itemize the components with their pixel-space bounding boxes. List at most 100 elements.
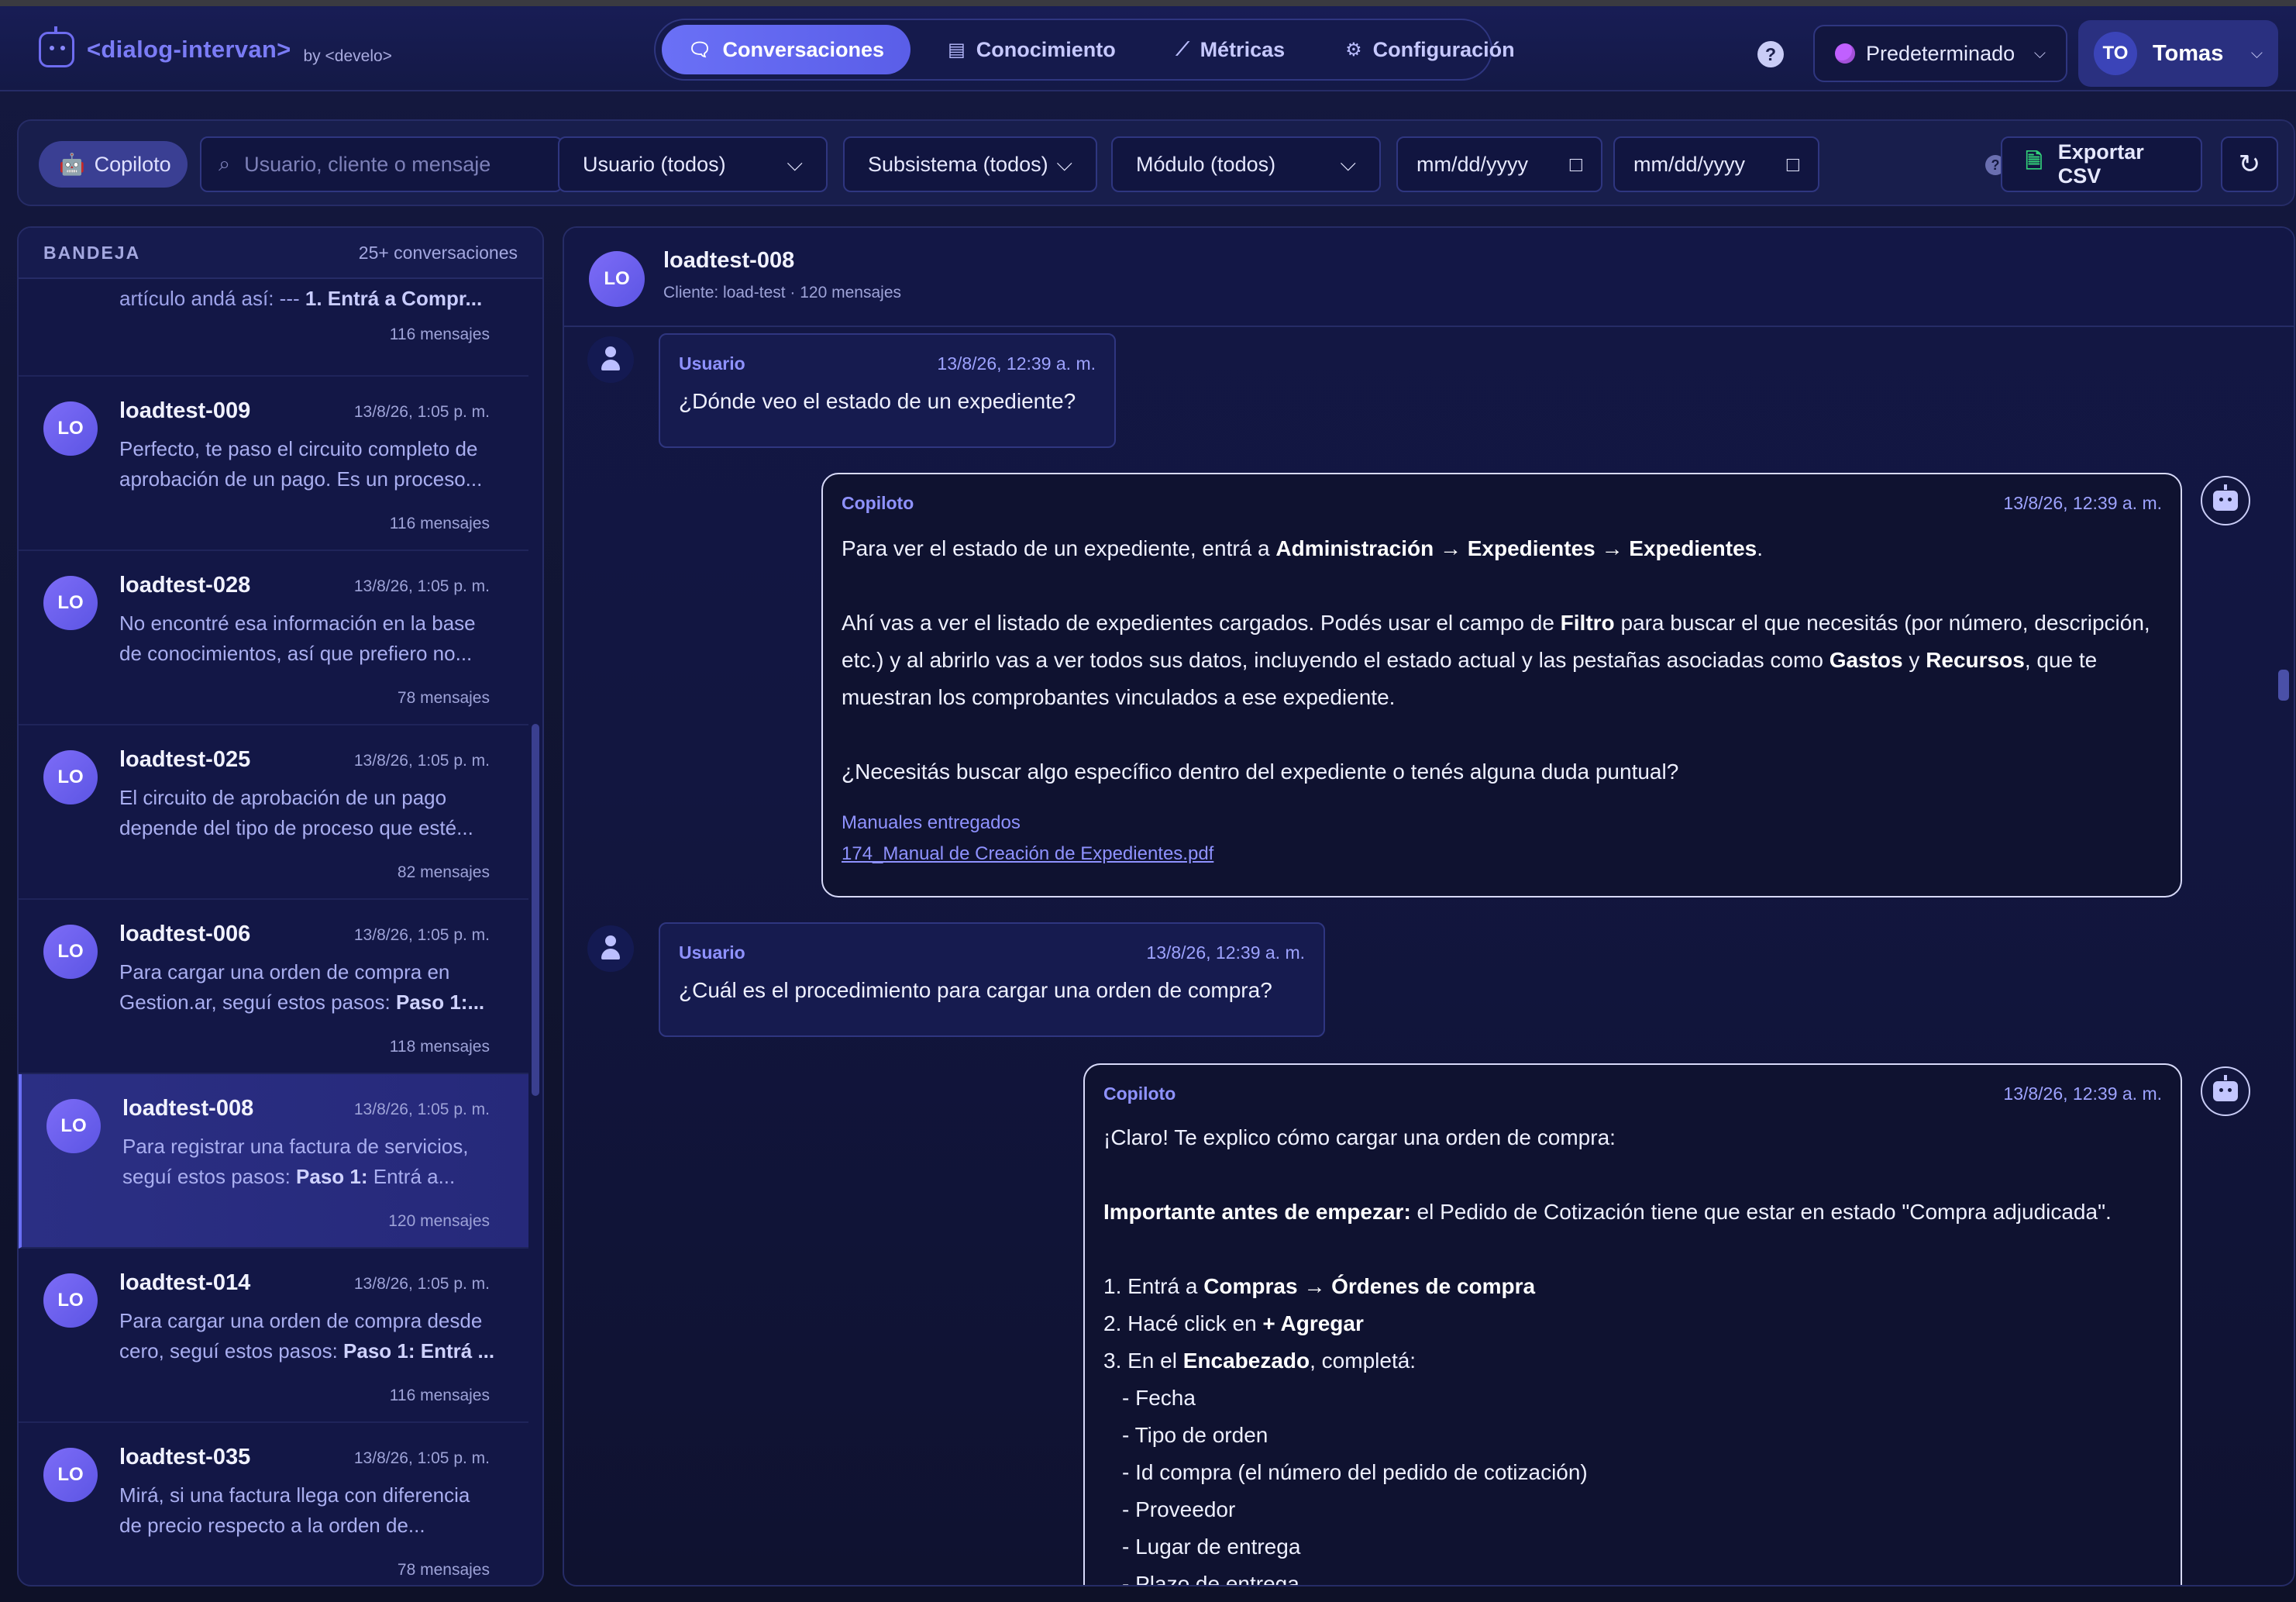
date-from-input[interactable]: mm/dd/yyyy □ (1396, 136, 1602, 192)
list-item[interactable]: LO loadtest-014 13/8/26, 1:05 p. m. Para… (19, 1249, 528, 1423)
robot-icon (2201, 1066, 2250, 1116)
tab-metricas[interactable]: ⟋ Métricas (1153, 25, 1308, 74)
conversation-time: 13/8/26, 1:05 p. m. (353, 1449, 490, 1467)
message-thread[interactable]: Usuario 13/8/26, 12:39 a. m. ¿Dónde veo … (564, 329, 2284, 1586)
conversation-time: 13/8/26, 1:05 p. m. (353, 752, 490, 770)
tab-conversaciones[interactable]: 🗨 Conversaciones (662, 25, 911, 74)
profile-color-dot (1835, 43, 1855, 64)
conversation-name: loadtest-008 (122, 1096, 254, 1121)
message-count: 116 mensajes (389, 326, 490, 343)
message-text: ¿Dónde veo el estado de un expediente? (679, 389, 1076, 413)
avatar: LO (43, 401, 98, 456)
message-text: Para ver el estado de un expediente, ent… (842, 530, 2162, 870)
module-select-value: Módulo (todos) (1136, 152, 1276, 176)
inbox-header: BANDEJA 25+ conversaciones (19, 228, 542, 279)
list-item[interactable]: LO loadtest-025 13/8/26, 1:05 p. m. El c… (19, 725, 528, 900)
brand-name: <dialog-intervan> (87, 36, 291, 63)
inbox-title: BANDEJA (43, 242, 141, 263)
conversation-subtitle: Cliente: load-test · 120 mensajes (663, 284, 901, 301)
robot-icon (2201, 476, 2250, 525)
user-select-value: Usuario (todos) (583, 152, 726, 176)
user-menu[interactable]: TO Tomas ⌵ (2078, 20, 2278, 87)
module-select[interactable]: Módulo (todos) ⌵ (1111, 136, 1381, 192)
conversation-preview: Perfecto, te paso el circuito completo d… (119, 437, 483, 491)
date-to-input[interactable]: mm/dd/yyyy □ (1613, 136, 1819, 192)
conversation-name: loadtest-035 (119, 1445, 251, 1469)
conversation-time: 13/8/26, 1:05 p. m. (353, 577, 490, 595)
message-role: Usuario (679, 942, 745, 963)
thread-scrollbar[interactable] (2278, 670, 2289, 701)
avatar: LO (43, 925, 98, 979)
filter-bar: 🤖 Copiloto ⌕ Usuario, cliente o mensaje … (17, 119, 2295, 206)
chevron-down-icon: ⌵ (2250, 44, 2263, 62)
tab-conocimiento[interactable]: ▤ Conocimiento (924, 25, 1139, 74)
inbox-scrollbar[interactable] (532, 724, 539, 1096)
conversation-time: 13/8/26, 1:05 p. m. (353, 403, 490, 421)
message-count: 118 mensajes (389, 1038, 490, 1056)
conversation-header: LO loadtest-008 Cliente: load-test · 120… (564, 228, 2294, 327)
tab-label: Conversaciones (722, 37, 885, 61)
refresh-icon: ↻ (2238, 150, 2261, 179)
inbox-panel: BANDEJA 25+ conversaciones artículo andá… (17, 226, 544, 1586)
list-item[interactable]: LO loadtest-009 13/8/26, 1:05 p. m. Perf… (19, 377, 528, 551)
conversation-list[interactable]: artículo andá así: --- 1. Entrá a Compr.… (19, 281, 528, 1585)
user-icon (587, 336, 634, 383)
search-input[interactable]: ⌕ Usuario, cliente o mensaje (200, 136, 563, 192)
user-icon (587, 925, 634, 972)
conversation-name: loadtest-009 (119, 398, 251, 423)
chevron-down-icon: ⌵ (787, 152, 803, 175)
export-label: Exportar CSV (2057, 140, 2144, 188)
user-message: Usuario 13/8/26, 12:39 a. m. ¿Dónde veo … (659, 333, 1116, 448)
message-role: Copiloto (1103, 1084, 1176, 1104)
conversation-preview: artículo andá así: --- 1. Entrá a Compr.… (119, 287, 483, 310)
help-button[interactable]: ? (1757, 41, 1784, 67)
book-icon: ▤ (948, 39, 966, 60)
conversation-name: loadtest-014 (119, 1270, 251, 1295)
message-count: 78 mensajes (397, 1561, 490, 1579)
window-top-strip (0, 0, 2296, 6)
list-item[interactable]: LO loadtest-006 13/8/26, 1:05 p. m. Para… (19, 900, 528, 1074)
conversation-time: 13/8/26, 1:05 p. m. (353, 926, 490, 944)
robot-logo-icon (39, 26, 74, 67)
message-time: 13/8/26, 12:39 a. m. (2003, 493, 2162, 513)
conversation-title: loadtest-008 (663, 248, 795, 273)
list-item[interactable]: artículo andá así: --- 1. Entrá a Compr.… (19, 281, 528, 377)
message-count: 116 mensajes (389, 515, 490, 532)
user-message: Usuario 13/8/26, 12:39 a. m. ¿Cuál es el… (659, 922, 1325, 1037)
brand[interactable]: <dialog-intervan> by <develo> (39, 26, 392, 73)
list-item[interactable]: LO loadtest-028 13/8/26, 1:05 p. m. No e… (19, 551, 528, 725)
calendar-icon: □ (1569, 152, 1582, 176)
tab-label: Conocimiento (976, 37, 1116, 61)
message-text: ¡Claro! Te explico cómo cargar una orden… (1103, 1125, 2112, 1586)
list-item[interactable]: LO loadtest-035 13/8/26, 1:05 p. m. Mirá… (19, 1423, 528, 1585)
conversation-time: 13/8/26, 1:05 p. m. (353, 1101, 490, 1118)
brand-by: by <develo> (303, 47, 392, 65)
search-placeholder: Usuario, cliente o mensaje (244, 152, 491, 176)
list-item-active[interactable]: LO loadtest-008 13/8/26, 1:05 p. m. Para… (19, 1074, 528, 1249)
robot-icon: 🤖 (59, 153, 85, 176)
tab-label: Configuración (1372, 37, 1515, 61)
profile-select[interactable]: Predeterminado ⌵ (1813, 25, 2067, 82)
message-time: 13/8/26, 12:39 a. m. (937, 353, 1096, 374)
conversation-name: loadtest-025 (119, 747, 251, 772)
conversation-preview: Para cargar una orden de compra desde cer… (119, 1309, 495, 1363)
conversation-preview: No encontré esa información en la base de… (119, 612, 476, 665)
avatar: LO (46, 1099, 101, 1153)
subsystem-select[interactable]: Subsistema (todos) ⌵ (843, 136, 1097, 192)
tab-configuracion[interactable]: ⚙ Configuración (1322, 25, 1538, 74)
export-csv-button[interactable]: 🗎 Exportar CSV (2001, 136, 2202, 192)
search-icon: ⌕ (219, 152, 231, 175)
conversation-panel: LO loadtest-008 Cliente: load-test · 120… (563, 226, 2295, 1586)
conversation-preview: Para registrar una factura de servicios,… (122, 1135, 469, 1188)
conversation-preview: El circuito de aprobación de un pago depe… (119, 786, 473, 839)
refresh-button[interactable]: ↻ (2221, 136, 2278, 192)
copiloto-filter-chip[interactable]: 🤖 Copiloto (39, 141, 188, 188)
assistant-message: Copiloto 13/8/26, 12:39 a. m. Para ver e… (821, 473, 2182, 897)
conversation-preview: Mirá, si una factura llega con diferenci… (119, 1483, 470, 1537)
main-nav: 🗨 Conversaciones ▤ Conocimiento ⟋ Métric… (654, 19, 1515, 81)
manuals-label: Manuales entregados (842, 812, 1021, 833)
manual-link[interactable]: 174_Manual de Creación de Expedientes.pd… (842, 839, 2162, 870)
user-select[interactable]: Usuario (todos) ⌵ (558, 136, 828, 192)
chat-icon: 🗨 (688, 39, 712, 60)
chart-icon: ⟋ (1176, 39, 1189, 60)
